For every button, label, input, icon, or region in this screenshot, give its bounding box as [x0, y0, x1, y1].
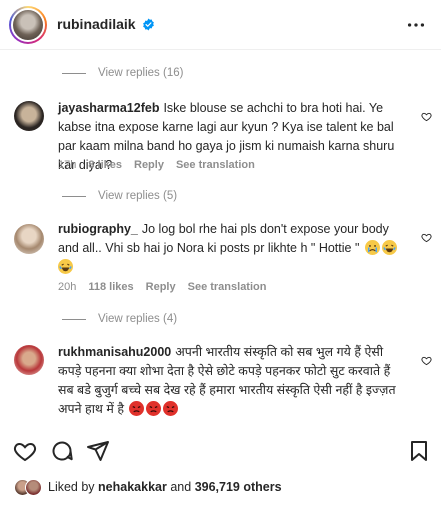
save-bookmark-icon[interactable]: [407, 439, 431, 463]
comment-text: rubiography_ Jo log bol rhe hai pls don't…: [58, 220, 403, 277]
comment-text: rukhmanisahu2000 अपनी भारतीय संस्कृति को …: [58, 345, 396, 416]
liked-by-text: Liked by nehakakkar and 396,719 others: [48, 480, 282, 494]
like-heart-icon[interactable]: [13, 439, 37, 463]
profile-username[interactable]: rubinadilaik: [57, 16, 155, 32]
comment-likes[interactable]: 118 likes: [88, 281, 133, 293]
comment-meta: 17h 8 likes Reply See translation: [58, 159, 255, 171]
laughing-face-icon: [58, 259, 73, 274]
commenter-username[interactable]: jayasharma12feb: [58, 101, 159, 115]
more-options-icon[interactable]: [405, 14, 427, 36]
view-replies-button[interactable]: View replies (4): [62, 310, 177, 328]
liker-avatar: [25, 478, 42, 496]
profile-avatar[interactable]: [9, 6, 47, 44]
angry-face-icon: [163, 401, 179, 416]
angry-face-icon: [129, 401, 145, 416]
comment-time: 20h: [58, 281, 77, 293]
replies-line: [62, 72, 86, 74]
reply-button[interactable]: Reply: [146, 281, 176, 293]
like-comment-heart-icon[interactable]: [421, 111, 432, 122]
see-translation-button[interactable]: See translation: [176, 159, 255, 171]
commenter-avatar[interactable]: [14, 224, 44, 254]
commenter-username[interactable]: rukhmanisahu2000: [58, 345, 171, 359]
replies-line: [62, 318, 86, 320]
commenter-avatar[interactable]: [14, 345, 44, 375]
post-header: rubinadilaik: [0, 0, 441, 50]
view-replies-button[interactable]: View replies (16): [62, 64, 183, 82]
comment-likes[interactable]: 8 likes: [88, 159, 122, 171]
laughing-face-icon: [381, 240, 397, 255]
replies-line: [62, 195, 86, 197]
like-comment-heart-icon[interactable]: [421, 355, 432, 366]
comment-meta: 20h 118 likes Reply See translation: [58, 281, 266, 293]
comment-bubble-icon[interactable]: [50, 439, 74, 463]
verified-badge-icon: [143, 18, 155, 31]
angry-face-icon: [146, 401, 162, 416]
crying-face-icon: [364, 240, 380, 255]
reply-button[interactable]: Reply: [134, 159, 164, 171]
liker-username[interactable]: nehakakkar: [98, 480, 167, 494]
commenter-username[interactable]: rubiography_: [58, 222, 138, 236]
liked-by-line: Liked by nehakakkar and 396,719 others: [14, 477, 282, 497]
view-replies-button[interactable]: View replies (5): [62, 187, 177, 205]
like-comment-heart-icon[interactable]: [421, 232, 432, 243]
post-actions-bar: [0, 435, 441, 467]
share-send-icon[interactable]: [86, 439, 110, 463]
commenter-avatar[interactable]: [14, 101, 44, 131]
see-translation-button[interactable]: See translation: [188, 281, 267, 293]
comment-time: 17h: [58, 159, 77, 171]
likes-count-link[interactable]: 396,719 others: [195, 480, 282, 494]
